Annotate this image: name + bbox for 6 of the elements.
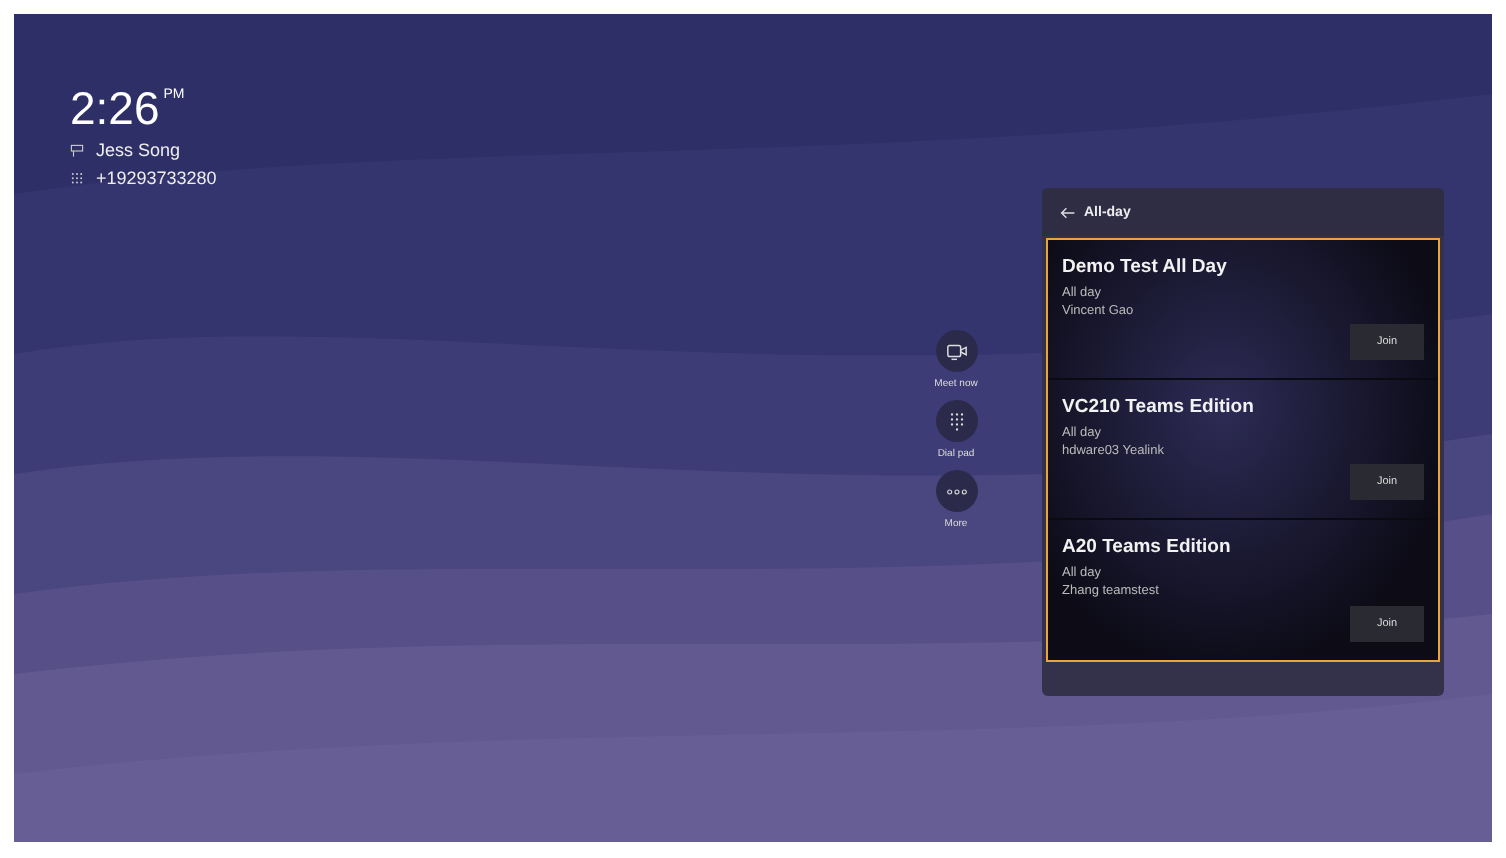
meeting-title: A20 Teams Edition	[1062, 536, 1233, 558]
phone-number: +19293733280	[96, 166, 217, 190]
meeting-title: VC210 Teams Edition	[1062, 396, 1256, 418]
meeting-title: Demo Test All Day	[1062, 256, 1229, 278]
clock-time: 2:26	[70, 82, 160, 134]
user-name: Jess Song	[96, 138, 181, 162]
